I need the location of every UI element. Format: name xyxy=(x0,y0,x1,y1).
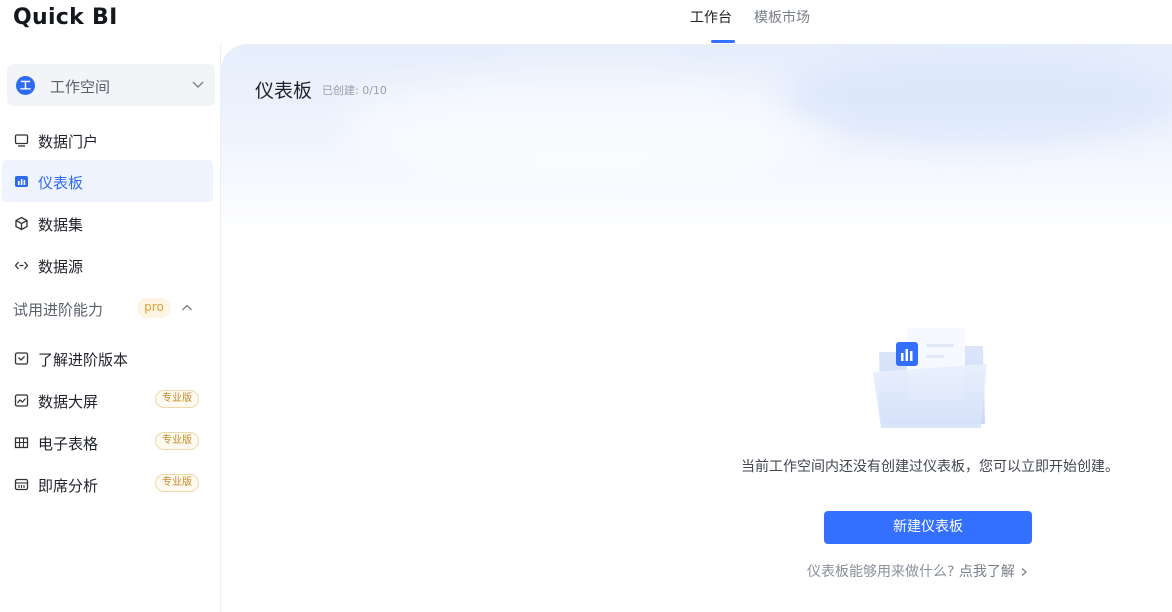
pro-edition-tag: 专业版 xyxy=(155,390,199,408)
empty-folder-illustration xyxy=(873,328,987,428)
sidebar-item-learn-advanced[interactable]: 了解进阶版本 xyxy=(2,337,213,379)
query-icon xyxy=(14,478,29,491)
pro-edition-tag: 专业版 xyxy=(155,474,199,492)
sidebar-item-dashboard[interactable]: 仪表板 xyxy=(2,160,213,202)
sidebar-item-label: 数据集 xyxy=(38,216,84,234)
create-dashboard-button[interactable]: 新建仪表板 xyxy=(824,511,1032,544)
help-question: 仪表板能够用来做什么? xyxy=(807,564,955,580)
chevron-right-icon xyxy=(1021,568,1027,576)
tab-template-market[interactable]: 模板市场 xyxy=(754,0,810,44)
created-count: 已创建: 0/10 xyxy=(322,84,387,97)
sidebar-item-label: 电子表格 xyxy=(38,435,99,453)
page-title: 仪表板 xyxy=(255,80,313,102)
sidebar-item-datasource[interactable]: 数据源 xyxy=(2,244,213,286)
sidebar-item-label: 数据源 xyxy=(38,258,84,276)
bar-chart-icon xyxy=(15,176,28,187)
screen-chart-icon xyxy=(14,394,29,407)
sidebar-item-label: 数据大屏 xyxy=(38,393,99,411)
workspace-avatar: 工 xyxy=(16,76,35,95)
sidebar-item-label: 了解进阶版本 xyxy=(38,351,129,369)
sidebar-item-label: 仪表板 xyxy=(38,174,84,192)
sidebar-item-data-screen[interactable]: 数据大屏 专业版 xyxy=(2,379,213,421)
main-content: 仪表板 已创建: 0/10 当前工作空间内还没有创建过仪表板，您可以立即开始创建… xyxy=(221,44,1172,612)
sidebar-item-label: 即席分析 xyxy=(38,477,99,495)
workspace-selector[interactable]: 工 工作空间 xyxy=(7,64,215,106)
header-tabs: 工作台 模板市场 xyxy=(690,0,832,44)
learn-more-label: 点我了解 xyxy=(958,564,1015,580)
sidebar-item-data-portal[interactable]: 数据门户 xyxy=(2,119,213,161)
chevron-up-icon[interactable] xyxy=(181,302,193,314)
workspace-label: 工作空间 xyxy=(50,78,111,96)
top-bar: Quick BI 工作台 模板市场 xyxy=(0,0,1172,44)
tab-workbench[interactable]: 工作台 xyxy=(690,0,735,44)
sidebar-item-spreadsheet[interactable]: 电子表格 专业版 xyxy=(2,421,213,463)
learn-more-link[interactable]: 点我了解 xyxy=(959,564,1029,580)
app-logo[interactable]: Quick BI xyxy=(13,5,118,30)
monitor-icon xyxy=(14,134,29,147)
chevron-down-icon xyxy=(192,81,204,88)
empty-state-text: 当前工作空间内还没有创建过仪表板，您可以立即开始创建。 xyxy=(741,459,1119,475)
advanced-section-title: 试用进阶能力 xyxy=(13,301,104,319)
header-gradient xyxy=(221,44,1172,234)
check-square-icon xyxy=(14,352,29,365)
pro-edition-tag: 专业版 xyxy=(155,432,199,450)
sidebar-item-adhoc-analysis[interactable]: 即席分析 专业版 xyxy=(2,463,213,505)
sidebar: 工 工作空间 数据门户 仪表板 数据集 数据源 试用进阶能力 pro 了解进阶版… xyxy=(0,44,221,612)
table-icon xyxy=(14,437,29,449)
sidebar-item-dataset[interactable]: 数据集 xyxy=(2,202,213,244)
cube-icon xyxy=(15,216,28,231)
help-line: 仪表板能够用来做什么? 点我了解 xyxy=(807,561,1029,581)
sidebar-item-label: 数据门户 xyxy=(38,133,99,151)
link-arrows-icon xyxy=(14,261,29,270)
pro-badge: pro xyxy=(137,298,171,318)
